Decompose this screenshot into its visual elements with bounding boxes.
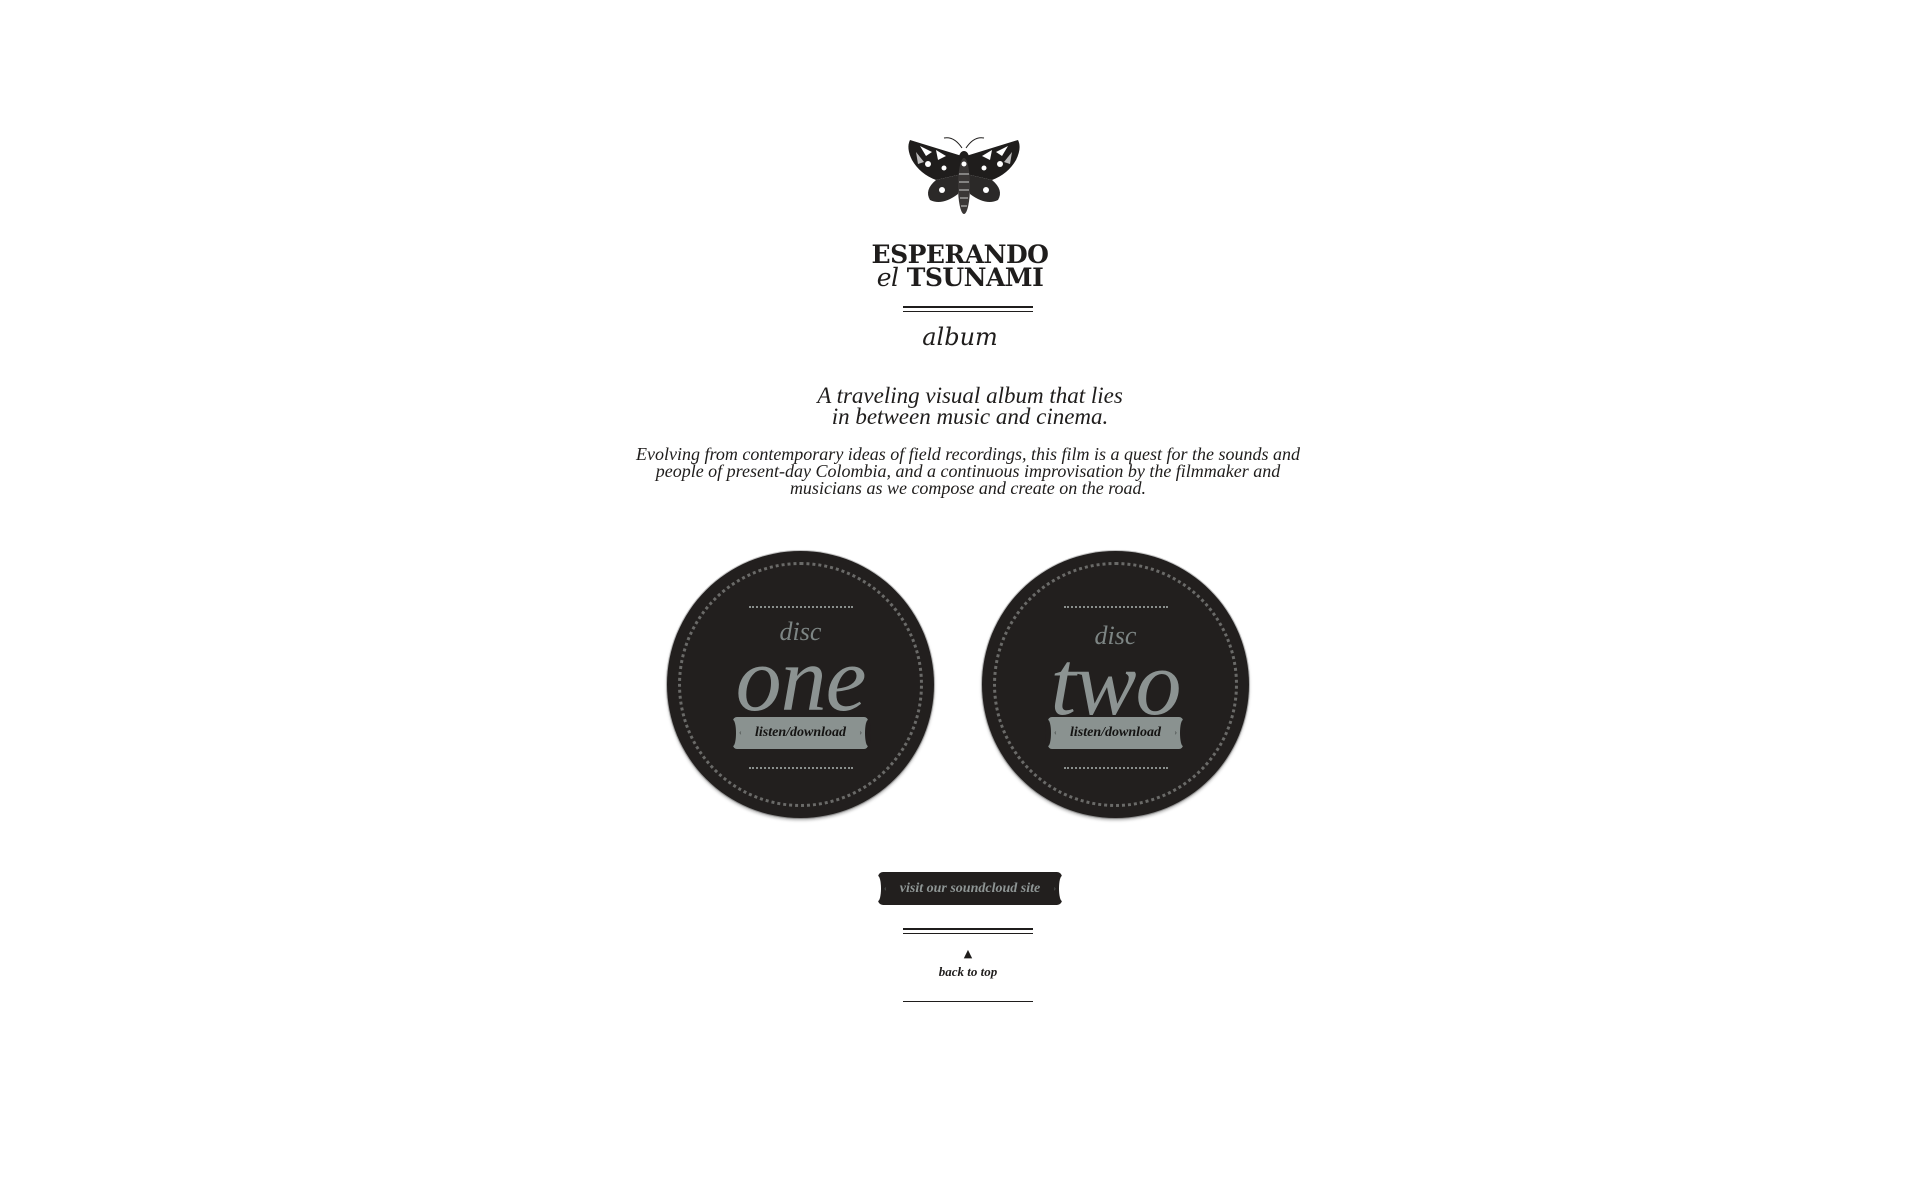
description-line3: musicians as we compose and create on th… bbox=[789, 478, 1147, 498]
arrow-right-icon: › bbox=[859, 728, 862, 737]
disc-number: two bbox=[1050, 632, 1182, 734]
tagline-line1: A traveling visual album that lies bbox=[817, 383, 1123, 408]
disc-two-button-label: listen/download bbox=[1069, 725, 1162, 740]
tagline-line2: in between music and cinema. bbox=[831, 404, 1109, 429]
disc-one: disc one ‹ listen/download › bbox=[667, 551, 934, 818]
moth-icon bbox=[906, 134, 1022, 220]
disc-number: one bbox=[735, 628, 867, 730]
disc-one-listen-download-button[interactable]: ‹ listen/download › bbox=[730, 717, 871, 749]
description: Evolving from contemporary ideas of fiel… bbox=[618, 445, 1318, 498]
divider-top bbox=[903, 306, 1033, 312]
arrow-up-icon[interactable]: ▲ bbox=[960, 948, 976, 960]
arrow-left-icon: ‹ bbox=[884, 884, 887, 893]
disc-dotted-line-bottom bbox=[1064, 767, 1168, 769]
arrow-left-icon: ‹ bbox=[1054, 728, 1057, 737]
tagline: A traveling visual album that lies in be… bbox=[760, 383, 1180, 429]
back-to-top-link[interactable]: back to top bbox=[900, 964, 1036, 980]
soundcloud-button[interactable]: ‹ visit our soundcloud site › bbox=[875, 872, 1065, 905]
arrow-right-icon: › bbox=[1174, 728, 1177, 737]
site-logo-title: ESPERANDO el TSUNAMI bbox=[860, 242, 1060, 292]
logo-title-tsunami: TSUNAMI bbox=[906, 263, 1044, 292]
disc-two-listen-download-button[interactable]: ‹ listen/download › bbox=[1045, 717, 1186, 749]
arrow-left-icon: ‹ bbox=[739, 728, 742, 737]
logo-title-line2: el TSUNAMI bbox=[860, 263, 1060, 292]
divider-bottom bbox=[903, 928, 1033, 934]
disc-one-button-label: listen/download bbox=[754, 725, 847, 740]
disc-dotted-line-top bbox=[749, 606, 853, 608]
divider-footer bbox=[903, 1001, 1033, 1002]
disc-dotted-line-bottom bbox=[749, 767, 853, 769]
disc-dotted-line-top bbox=[1064, 606, 1168, 608]
section-title: album bbox=[922, 323, 998, 351]
disc-two: disc two ‹ listen/download › bbox=[982, 551, 1249, 818]
arrow-right-icon: › bbox=[1053, 884, 1056, 893]
logo-title-el: el bbox=[876, 263, 899, 292]
soundcloud-button-label: visit our soundcloud site bbox=[899, 881, 1041, 896]
